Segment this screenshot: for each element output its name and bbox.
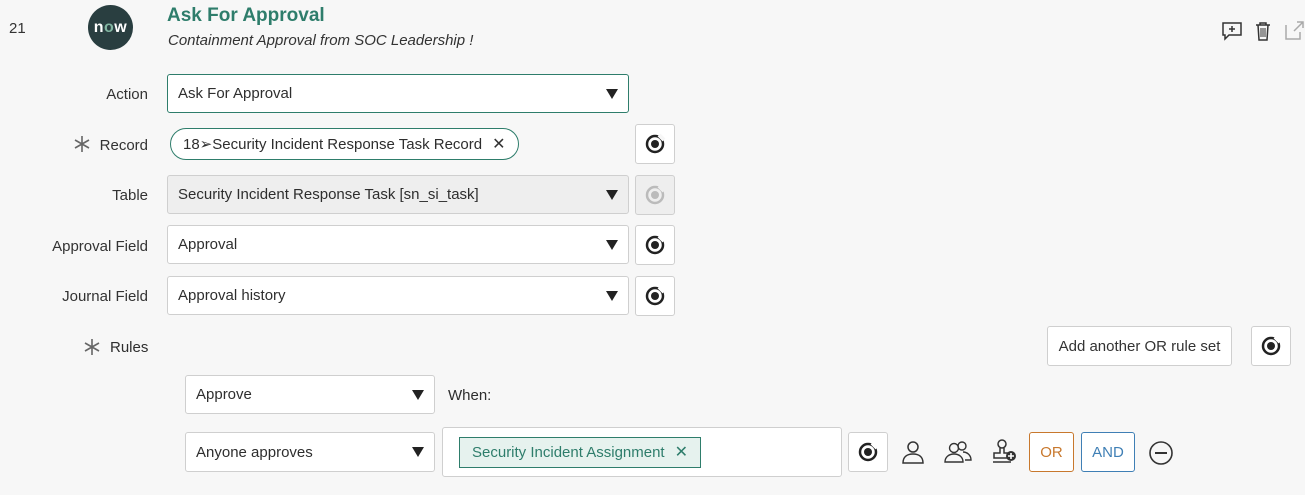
journal-field-data-pill-picker-button[interactable] [635, 276, 675, 316]
data-pill-picker-icon [1261, 335, 1282, 356]
chevron-down-icon [412, 389, 424, 400]
approvers-data-pill-picker-button[interactable] [848, 432, 888, 472]
step-number: 21 [9, 20, 26, 37]
approvers-field[interactable]: Security Incident Assignment ✕ [442, 427, 842, 477]
add-comment-icon[interactable] [1221, 20, 1243, 42]
group-icon[interactable] [944, 438, 972, 466]
when-label: When: [448, 387, 492, 404]
chevron-down-icon [606, 88, 618, 99]
record-data-pill-picker-button[interactable] [635, 124, 675, 164]
table-select-value: Security Incident Response Task [sn_si_t… [178, 186, 479, 203]
required-asterisk-icon [82, 337, 102, 362]
record-label: Record [99, 137, 148, 154]
remove-record-icon[interactable]: ✕ [492, 134, 505, 154]
data-pill-picker-icon [645, 184, 666, 205]
add-approver-stamp-icon[interactable] [989, 436, 1019, 466]
servicenow-logo: now [88, 5, 133, 50]
table-select: Security Incident Response Task [sn_si_t… [167, 175, 629, 214]
record-pill-text: 18➢Security Incident Response Task Recor… [183, 136, 483, 153]
and-button[interactable]: AND [1081, 432, 1135, 472]
chevron-down-icon [412, 447, 424, 457]
rule-type-value: Approve [196, 386, 252, 403]
approver-chip[interactable]: Security Incident Assignment ✕ [459, 436, 702, 468]
approval-field-value: Approval [178, 236, 238, 253]
remove-rule-icon[interactable] [1147, 439, 1174, 466]
step-title[interactable]: Ask For Approval [167, 5, 325, 27]
or-button[interactable]: OR [1029, 432, 1074, 472]
data-pill-picker-icon [645, 234, 666, 255]
step-subtitle: Containment Approval from SOC Leadership… [168, 32, 474, 49]
approval-field-data-pill-picker-button[interactable] [635, 225, 675, 265]
rules-label: Rules [110, 339, 149, 356]
journal-field-value: Approval history [178, 287, 286, 304]
remove-approver-icon[interactable]: ✕ [675, 442, 688, 462]
data-pill-picker-icon [858, 441, 879, 462]
approval-field-label: Approval Field [52, 238, 148, 255]
action-select[interactable]: Ask For Approval [167, 74, 629, 113]
record-pill[interactable]: 18➢Security Incident Response Task Recor… [170, 128, 519, 160]
chevron-down-icon [606, 239, 618, 250]
approver-chip-text: Security Incident Assignment [472, 443, 665, 461]
data-pill-picker-icon [645, 285, 666, 306]
rules-data-pill-picker-button[interactable] [1251, 326, 1291, 366]
journal-field-label: Journal Field [62, 288, 148, 305]
rule-condition-select[interactable]: Anyone approves [185, 432, 435, 472]
rule-condition-value: Anyone approves [196, 443, 313, 461]
approval-field-select[interactable]: Approval [167, 225, 629, 264]
journal-field-select[interactable]: Approval history [167, 276, 629, 315]
trash-icon[interactable] [1252, 20, 1274, 42]
rule-type-select[interactable]: Approve [185, 375, 435, 414]
action-select-value: Ask For Approval [178, 85, 293, 102]
user-icon[interactable] [899, 438, 927, 466]
add-or-rule-set-button[interactable]: Add another OR rule set [1047, 326, 1232, 366]
table-data-pill-picker-button [635, 175, 675, 215]
chevron-down-icon [606, 189, 618, 200]
table-label: Table [112, 187, 148, 204]
data-pill-picker-icon [645, 133, 666, 154]
action-label: Action [106, 86, 148, 103]
chevron-down-icon [606, 290, 618, 301]
open-external-icon[interactable] [1283, 20, 1305, 42]
